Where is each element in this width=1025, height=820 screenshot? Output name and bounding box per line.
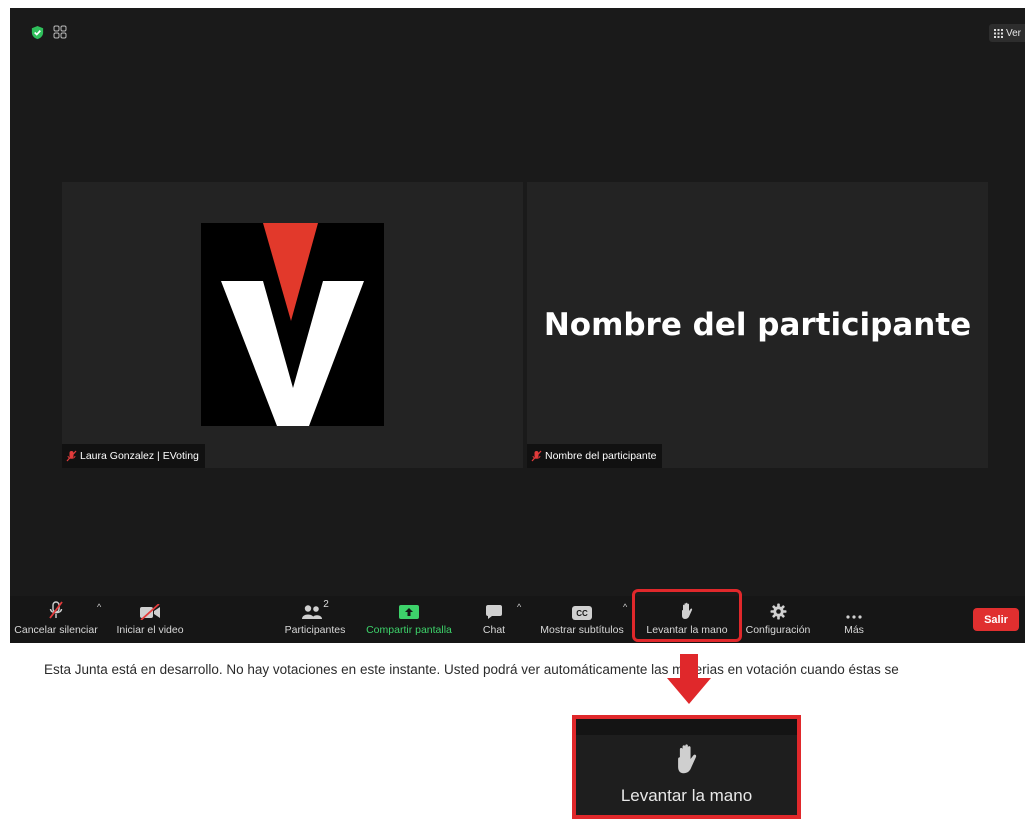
share-screen-icon [399,605,419,619]
raise-hand-icon [678,744,697,774]
share-screen-button[interactable]: Compartir pantalla [362,596,456,643]
participants-icon [302,605,323,619]
start-video-label: Iniciar el video [116,624,184,636]
participant-name: Nombre del participante [545,450,657,462]
mic-muted-icon [531,450,542,462]
more-label: Más [844,624,864,636]
callout-label: Levantar la mano [620,786,753,805]
mic-muted-icon [49,601,63,619]
name-tag: Nombre del participante [527,444,663,468]
video-off-icon [140,604,160,620]
unmute-label: Cancelar silenciar [14,624,98,636]
participant-name: Laura Gonzalez | EVoting [80,450,199,462]
name-tag: Laura Gonzalez | EVoting [62,444,205,468]
share-screen-label: Compartir pantalla [366,624,452,636]
participants-label: Participantes [284,624,346,636]
meeting-notice: Esta Junta está en desarrollo. No hay vo… [44,662,899,677]
chat-icon [486,605,502,619]
meeting-toolbar: Cancelar silenciar ^ Iniciar el video 2 … [10,596,1025,643]
more-dots-icon [846,615,862,619]
grid-icon[interactable] [53,25,67,39]
chat-button[interactable]: Chat [480,596,508,643]
zoom-meeting-window: Ver Laura Gonzalez | EVoting Nombre del … [10,8,1025,643]
subtitles-options-caret[interactable]: ^ [623,602,627,612]
callout-strip [576,719,797,735]
audio-options-caret[interactable]: ^ [97,602,101,612]
video-tile-participant[interactable]: Nombre del participante Nombre del parti… [527,182,988,468]
view-grid-icon [993,28,1003,38]
down-arrow-icon [667,654,711,704]
show-subtitles-button[interactable]: CC Mostrar subtítulos [537,596,627,643]
raise-hand-highlight [632,589,742,642]
settings-button[interactable]: Configuración [746,596,810,643]
view-button[interactable]: Ver [988,24,1025,42]
shield-icon[interactable] [30,25,45,40]
raise-hand-callout: Levantar la mano [572,715,801,819]
cc-icon: CC [572,606,592,620]
video-tile-laura[interactable]: Laura Gonzalez | EVoting [62,182,523,468]
participant-display-name: Nombre del participante [543,307,972,343]
mic-muted-icon [66,450,77,462]
chat-options-caret[interactable]: ^ [517,602,521,612]
view-label: Ver [1005,27,1021,39]
settings-label: Configuración [745,624,811,636]
participants-button[interactable]: 2 Participantes [280,596,350,643]
start-video-button[interactable]: Iniciar el video [112,596,188,643]
leave-button[interactable]: Salir [973,608,1019,631]
more-button[interactable]: Más [840,596,868,643]
unmute-button[interactable]: Cancelar silenciar [10,596,102,643]
evoting-logo [201,223,384,426]
gear-icon [770,603,786,620]
show-subtitles-label: Mostrar subtítulos [540,624,624,636]
participants-count: 2 [323,599,329,610]
chat-label: Chat [482,624,506,636]
